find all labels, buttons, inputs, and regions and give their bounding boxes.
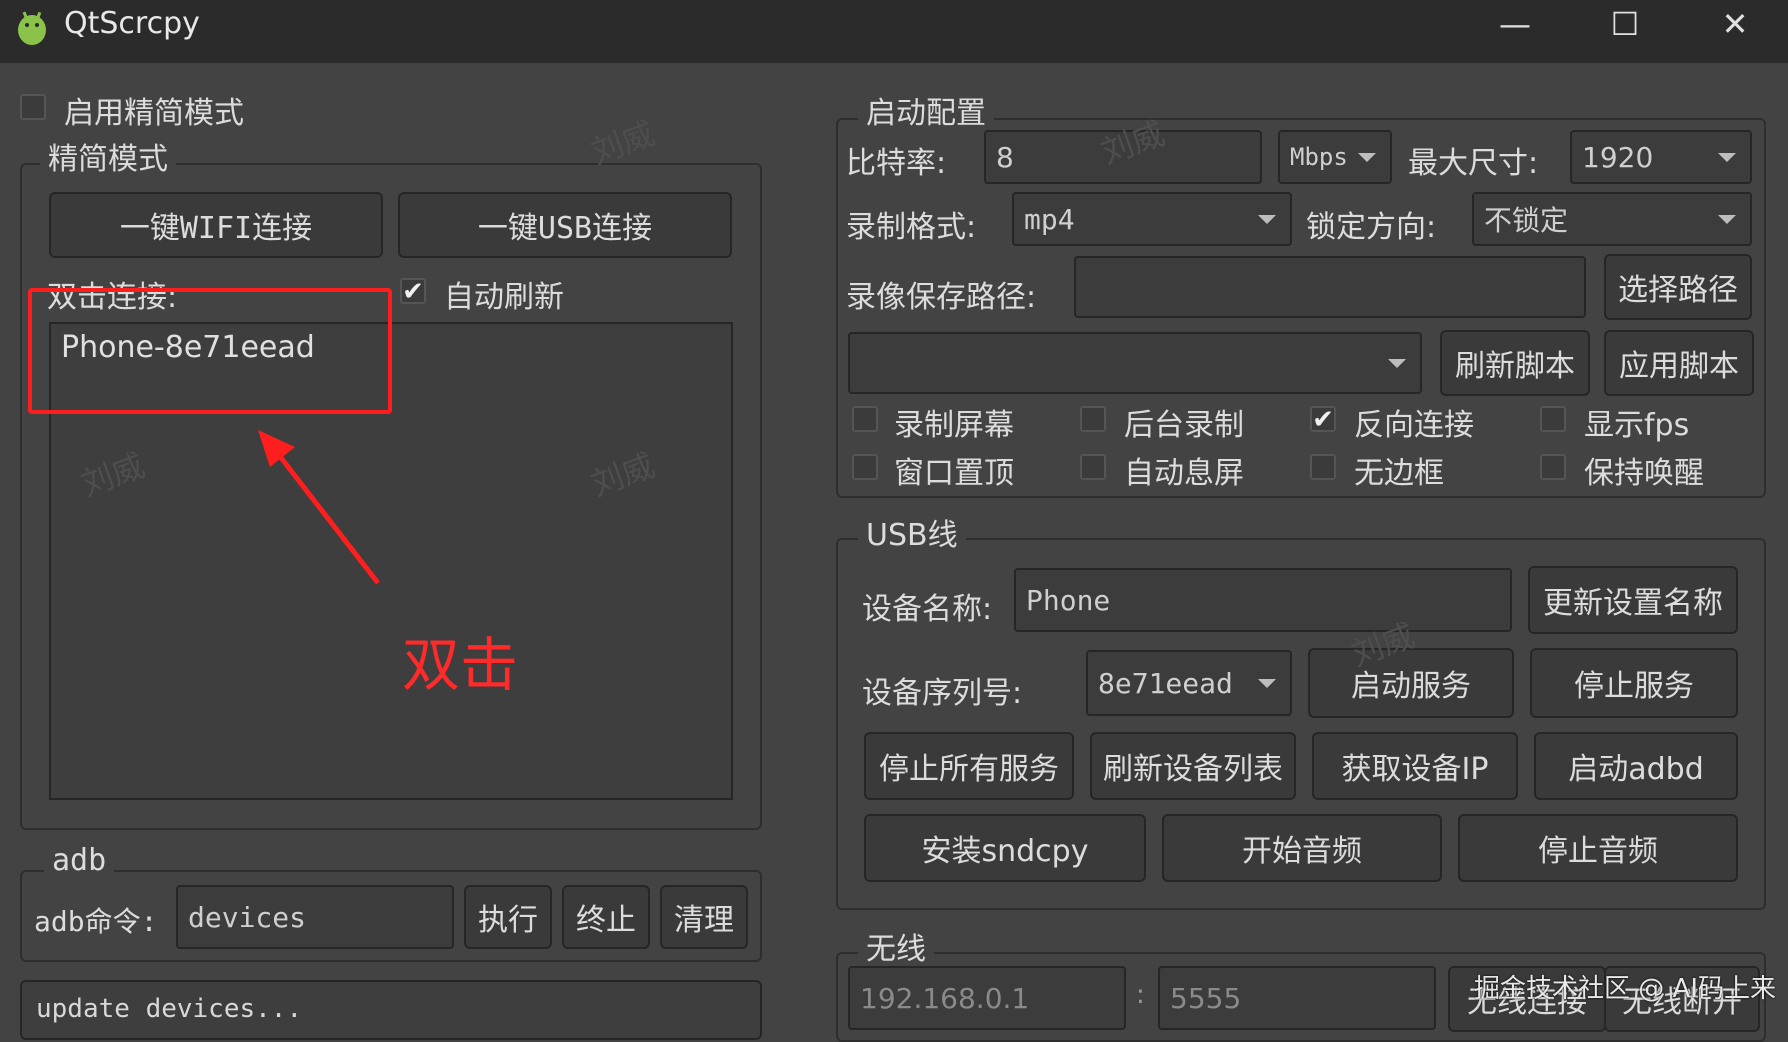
simple-mode-group-title: 精简模式 [40,134,176,178]
record-screen-checkbox[interactable] [852,406,878,432]
chevron-down-icon [1388,359,1406,368]
max-size-label: 最大尺寸: [1408,146,1539,181]
record-path-input[interactable] [1074,256,1586,318]
refresh-script-button[interactable]: 刷新脚本 [1440,330,1590,396]
maximize-button[interactable]: ☐ [1590,0,1660,50]
start-audio-button[interactable]: 开始音频 [1162,814,1442,882]
enable-simple-mode-checkbox[interactable] [20,94,46,120]
always-on-top-label: 窗口置顶 [894,456,1014,491]
highlight-box [28,288,392,414]
background-record-checkbox[interactable] [1080,406,1106,432]
stay-awake-checkbox[interactable] [1540,454,1566,480]
minimize-button[interactable]: — [1480,0,1550,50]
script-select[interactable] [848,332,1422,394]
auto-refresh-checkbox[interactable]: ✔ [400,278,426,305]
background-record-label: 后台录制 [1124,408,1244,443]
lock-orientation-label: 锁定方向: [1306,210,1437,245]
wireless-ip-input[interactable]: 192.168.0.1 [848,966,1126,1030]
record-path-label: 录像保存路径: [846,280,1037,315]
reverse-connect-label: 反向连接 [1354,408,1474,443]
get-device-ip-button[interactable]: 获取设备IP [1312,732,1518,800]
clear-button[interactable]: 清理 [660,885,748,949]
log-text: update devices... [36,994,303,1024]
chevron-down-icon [1358,153,1376,162]
stop-all-services-button[interactable]: 停止所有服务 [864,732,1074,800]
chevron-down-icon [1258,679,1276,688]
one-click-usb-button[interactable]: 一键USB连接 [398,192,732,258]
stop-service-button[interactable]: 停止服务 [1530,648,1738,718]
close-button[interactable]: ✕ [1700,0,1770,50]
launch-config-group-title: 启动配置 [858,88,994,132]
update-name-button[interactable]: 更新设置名称 [1528,566,1738,634]
record-format-value: mp4 [1024,202,1075,236]
max-size-select[interactable]: 1920 [1570,130,1752,184]
ip-port-separator: : [1136,980,1145,1010]
chevron-down-icon [1718,153,1736,162]
source-watermark: 掘金技术社区 @ AI码上来 [1474,974,1776,1004]
show-fps-checkbox[interactable] [1540,406,1566,432]
show-fps-label: 显示fps [1584,408,1690,443]
lock-orientation-select[interactable]: 不锁定 [1472,192,1752,246]
adb-command-label: adb命令: [34,905,158,938]
lock-orientation-value: 不锁定 [1484,204,1569,237]
reverse-connect-checkbox[interactable]: ✔ [1310,406,1336,433]
chevron-down-icon [1718,215,1736,224]
enable-simple-mode-label: 启用精简模式 [64,96,244,131]
apply-script-button[interactable]: 应用脚本 [1604,330,1754,396]
wireless-group-title: 无线 [858,924,934,968]
device-name-label: 设备名称: [862,592,993,627]
device-serial-value: 8e71eead [1098,666,1233,700]
bitrate-unit-value: Mbps [1290,143,1348,171]
always-on-top-checkbox[interactable] [852,454,878,480]
install-sndcpy-button[interactable]: 安装sndcpy [864,814,1146,882]
refresh-device-list-button[interactable]: 刷新设备列表 [1090,732,1296,800]
adb-group-title: adb [44,843,115,878]
log-output[interactable]: update devices... [20,980,762,1040]
one-click-wifi-button[interactable]: 一键WIFI连接 [49,192,383,258]
record-format-select[interactable]: mp4 [1012,192,1292,246]
device-serial-select[interactable]: 8e71eead [1086,650,1292,716]
execute-button[interactable]: 执行 [464,885,552,949]
stay-awake-label: 保持唤醒 [1584,456,1704,491]
device-name-input[interactable]: Phone [1014,568,1512,632]
annotation-arrow-icon [258,430,380,585]
frameless-label: 无边框 [1354,456,1444,491]
start-adbd-button[interactable]: 启动adbd [1534,732,1738,800]
wireless-port-input[interactable]: 5555 [1158,966,1436,1030]
record-screen-label: 录制屏幕 [894,408,1014,443]
usb-group-title: USB线 [858,510,966,554]
frameless-checkbox[interactable] [1310,454,1336,480]
bitrate-unit-select[interactable]: Mbps [1278,130,1392,184]
select-path-button[interactable]: 选择路径 [1604,254,1752,320]
start-service-button[interactable]: 启动服务 [1308,648,1514,718]
auto-screen-off-label: 自动息屏 [1124,456,1244,491]
android-app-icon [18,11,46,45]
title-bar[interactable]: QtScrcpy — ☐ ✕ [0,0,1788,63]
stop-audio-button[interactable]: 停止音频 [1458,814,1738,882]
window-title: QtScrcpy [64,6,200,41]
chevron-down-icon [1258,215,1276,224]
terminate-button[interactable]: 终止 [562,885,650,949]
double-click-annotation: 双击 [402,631,519,699]
adb-command-input[interactable]: devices [176,885,454,949]
max-size-value: 1920 [1582,140,1654,174]
record-format-label: 录制格式: [846,210,977,245]
bitrate-label: 比特率: [846,146,947,181]
auto-screen-off-checkbox[interactable] [1080,454,1106,480]
auto-refresh-label: 自动刷新 [444,280,564,315]
device-serial-label: 设备序列号: [862,676,1023,711]
